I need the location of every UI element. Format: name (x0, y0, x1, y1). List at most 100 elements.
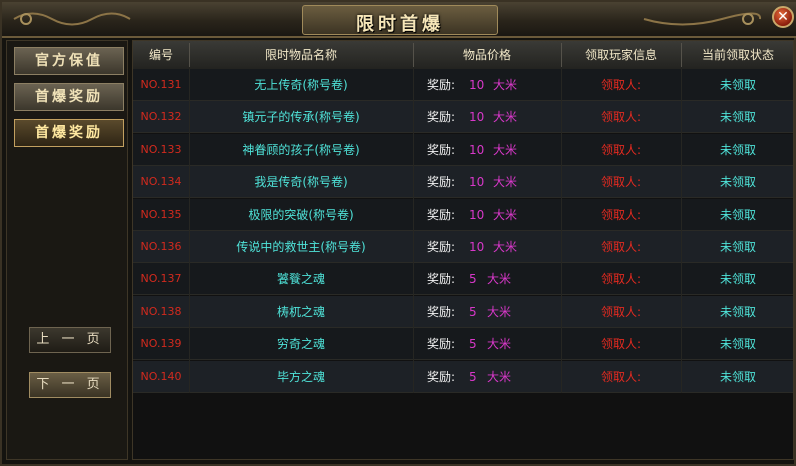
column-divider (561, 69, 562, 393)
table-row: NO.134 我是传奇(称号卷) 奖励: 10 大米 领取人: 未领取 (133, 166, 793, 199)
claim-status: 未领取 (719, 304, 756, 319)
table-row: NO.140 毕方之魂 奖励: 5 大米 领取人: 未领取 (133, 360, 793, 393)
header-number: 编号 (148, 48, 173, 62)
reward-amount: 10 (469, 110, 485, 125)
item-name-link[interactable]: 神眷顾的孩子(称号卷) (189, 134, 413, 166)
right-ornament-icon (643, 12, 762, 26)
table-row: NO.136 传说中的救世主(称号卷) 奖励: 10 大米 领取人: 未领取 (133, 231, 793, 263)
claim-player: 领取人: (600, 369, 642, 384)
item-reward: 奖励: 10 大米 (413, 166, 561, 198)
reward-label: 奖励: (427, 369, 456, 384)
reward-unit: 大米 (487, 304, 512, 319)
reward-label: 奖励: (427, 142, 456, 157)
reward-unit: 大米 (493, 175, 518, 190)
sidebar: 官方保值 首爆奖励 首爆奖励 上 一 页 下 一 页 (6, 40, 128, 460)
claim-player: 领取人: (600, 207, 642, 222)
item-name-link[interactable]: 镇元子的传承(称号卷) (189, 101, 413, 133)
sidebar-item-first-drop-reward[interactable]: 首爆奖励 (14, 83, 124, 111)
item-name-link[interactable]: 传说中的救世主(称号卷) (189, 231, 413, 263)
table-row: NO.137 饕餮之魂 奖励: 5 大米 领取人: 未领取 (133, 263, 793, 296)
reward-unit: 大米 (493, 142, 518, 157)
item-name-link[interactable]: 梼杌之魂 (189, 296, 413, 328)
item-reward: 奖励: 10 大米 (413, 101, 561, 133)
column-divider (413, 69, 414, 393)
reward-label: 奖励: (427, 110, 456, 125)
item-number: NO.139 (140, 337, 182, 351)
item-name-link[interactable]: 极限的突破(称号卷) (189, 199, 413, 231)
claim-player: 领取人: (600, 110, 642, 125)
item-name-link[interactable]: 毕方之魂 (189, 361, 413, 393)
claim-status: 未领取 (719, 369, 756, 384)
reward-unit: 大米 (487, 337, 512, 352)
reward-amount: 5 (469, 337, 477, 352)
sidebar-item-first-drop-reward-active[interactable]: 首爆奖励 (14, 119, 124, 147)
reward-label: 奖励: (427, 337, 456, 352)
item-name-link[interactable]: 无上传奇(称号卷) (189, 69, 413, 101)
reward-table: 编号 限时物品名称 物品价格 领取玩家信息 当前领取状态 NO.131 无上传奇(… (132, 40, 794, 460)
reward-unit: 大米 (487, 272, 512, 287)
claim-player: 领取人: (600, 304, 642, 319)
item-name-link[interactable]: 我是传奇(称号卷) (189, 166, 413, 198)
limited-first-drop-window: 限时首爆 ✕ 官方保值 首爆奖励 首爆奖励 上 一 页 下 一 页 编号 限时物… (0, 0, 796, 466)
header-price: 物品价格 (462, 48, 511, 62)
item-reward: 奖励: 5 大米 (413, 361, 561, 393)
claim-status: 未领取 (719, 175, 756, 190)
item-number: NO.134 (140, 175, 182, 189)
item-number: NO.137 (140, 272, 182, 286)
claim-player: 领取人: (600, 78, 642, 92)
table-row: NO.135 极限的突破(称号卷) 奖励: 10 大米 领取人: 未领取 (133, 198, 793, 231)
column-divider (681, 69, 682, 393)
item-number: NO.140 (140, 369, 182, 383)
table-row: NO.133 神眷顾的孩子(称号卷) 奖励: 10 大米 领取人: 未领取 (133, 133, 793, 166)
reward-label: 奖励: (427, 272, 456, 287)
table-header: 编号 限时物品名称 物品价格 领取玩家信息 当前领取状态 (133, 41, 793, 70)
close-button[interactable]: ✕ (772, 6, 794, 28)
header-status: 当前领取状态 (701, 48, 774, 62)
reward-unit: 大米 (487, 369, 512, 384)
column-divider (189, 69, 190, 393)
reward-unit: 大米 (493, 78, 518, 92)
claim-status: 未领取 (719, 207, 756, 222)
item-number: NO.131 (140, 78, 182, 91)
reward-amount: 5 (469, 304, 477, 319)
header-player-info: 领取玩家信息 (584, 48, 657, 62)
reward-label: 奖励: (427, 78, 456, 92)
next-page-button[interactable]: 下 一 页 (29, 372, 111, 398)
sidebar-item-official-value[interactable]: 官方保值 (14, 47, 124, 75)
item-name-link[interactable]: 饕餮之魂 (189, 263, 413, 295)
reward-amount: 10 (469, 142, 485, 157)
reward-amount: 10 (469, 175, 485, 190)
prev-page-button[interactable]: 上 一 页 (29, 327, 111, 353)
item-number: NO.133 (140, 142, 182, 156)
claim-status: 未领取 (719, 110, 756, 125)
claim-status: 未领取 (719, 78, 756, 92)
reward-unit: 大米 (493, 207, 518, 222)
header-item-name: 限时物品名称 (264, 48, 337, 62)
window-title: 限时首爆 (356, 14, 444, 35)
reward-label: 奖励: (427, 175, 456, 190)
item-reward: 奖励: 10 大米 (413, 69, 561, 101)
item-name-link[interactable]: 穷奇之魂 (189, 328, 413, 360)
title-bar: 限时首爆 ✕ (2, 2, 796, 38)
item-reward: 奖励: 10 大米 (413, 199, 561, 231)
reward-amount: 10 (469, 207, 485, 222)
item-reward: 奖励: 5 大米 (413, 263, 561, 295)
item-reward: 奖励: 5 大米 (413, 328, 561, 360)
table-row: NO.132 镇元子的传承(称号卷) 奖励: 10 大米 领取人: 未领取 (133, 101, 793, 134)
claim-player: 领取人: (600, 240, 642, 254)
item-number: NO.132 (140, 110, 182, 124)
left-ornament-icon (13, 12, 131, 26)
table-row: NO.131 无上传奇(称号卷) 奖励: 10 大米 领取人: 未领取 (133, 69, 793, 101)
reward-amount: 10 (469, 78, 485, 92)
item-reward: 奖励: 5 大米 (413, 296, 561, 328)
claim-player: 领取人: (600, 337, 642, 352)
item-reward: 奖励: 10 大米 (413, 134, 561, 166)
reward-amount: 10 (469, 240, 485, 254)
reward-label: 奖励: (427, 304, 456, 319)
table-row: NO.139 穷奇之魂 奖励: 5 大米 领取人: 未领取 (133, 328, 793, 361)
claim-player: 领取人: (600, 272, 642, 287)
item-number: NO.136 (140, 240, 182, 253)
reward-label: 奖励: (427, 207, 456, 222)
claim-status: 未领取 (719, 240, 756, 254)
claim-status: 未领取 (719, 142, 756, 157)
